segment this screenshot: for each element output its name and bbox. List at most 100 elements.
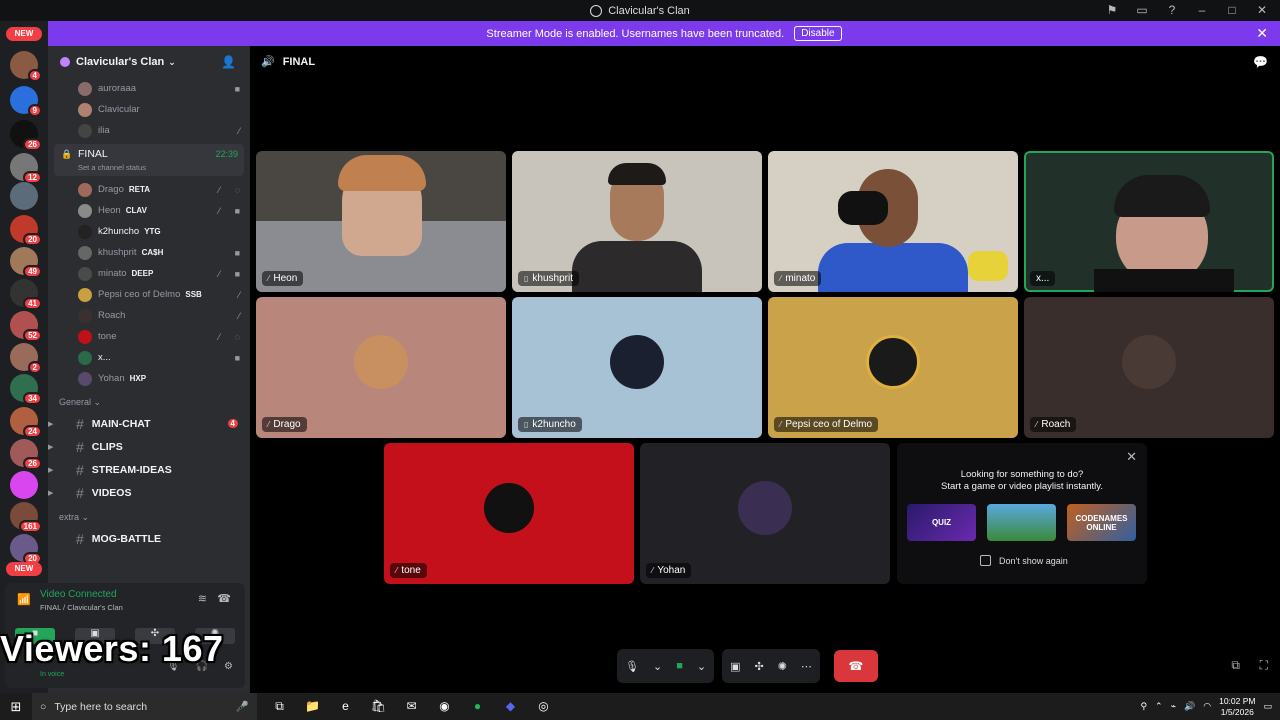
server-icon[interactable]: 34	[10, 374, 42, 405]
fullscreen-icon[interactable]: ⛶	[1260, 658, 1268, 673]
server-icon[interactable]: 2	[10, 343, 42, 374]
server-icon[interactable]: 52	[10, 311, 42, 342]
voice-member[interactable]: Yohan HXP	[48, 368, 250, 389]
avatar-tile[interactable]: ⁄ Drago	[256, 297, 506, 438]
disconnect-button[interactable]: ☎	[833, 650, 878, 682]
category-general[interactable]: General ⌄	[48, 389, 250, 412]
server-icon[interactable]: 20	[10, 215, 42, 246]
help-icon[interactable]: ?	[1164, 3, 1180, 17]
network-icon[interactable]: ⌁	[1171, 701, 1176, 712]
volume-icon[interactable]: 🔊	[1184, 701, 1195, 712]
store-icon[interactable]: 🛍	[362, 699, 395, 714]
chrome-icon[interactable]: ◉	[428, 699, 461, 714]
tray-app-icon[interactable]: ⚲	[1140, 701, 1147, 712]
share-screen-icon[interactable]: ▣	[730, 660, 740, 673]
activity-card-codenames[interactable]: CODENAMES ONLINE	[1067, 504, 1136, 541]
avatar-tile[interactable]: ⁄ tone	[384, 443, 634, 584]
video-tile[interactable]: ⁄ minato	[768, 151, 1018, 292]
close-icon[interactable]: ✕	[1126, 449, 1137, 465]
voice-member[interactable]: Pepsi ceo of Delmo SSB ⁄	[48, 284, 250, 305]
chat-bubble-icon[interactable]: 💬	[1253, 55, 1268, 69]
channel-clips[interactable]: ▶ # CLIPS	[48, 435, 250, 458]
chevron-down-icon[interactable]: ⌄	[697, 660, 706, 673]
server-icon[interactable]	[10, 471, 38, 499]
disable-streamer-mode-button[interactable]: Disable	[794, 26, 842, 41]
activities-icon[interactable]: ✣	[754, 660, 763, 673]
camera-toggle-icon[interactable]: ■	[676, 660, 683, 672]
participant-label: ⁄ Drago	[262, 417, 307, 432]
discord-icon[interactable]: ◆	[494, 699, 527, 714]
voice-user[interactable]: auroraaa ■	[48, 78, 250, 99]
channel-main-chat[interactable]: ▶ # MAIN-CHAT 4	[48, 412, 250, 435]
server-icon[interactable]: 49	[10, 247, 42, 278]
video-tile[interactable]: x...	[1024, 151, 1274, 292]
invite-icon[interactable]: 👤	[221, 55, 236, 69]
voice-channel-final[interactable]: 🔒 FINAL Set a channel status 22:39	[54, 144, 244, 176]
taskbar-search[interactable]: ○ Type here to search 🎤	[32, 693, 257, 720]
mic-icon[interactable]: 🎤	[236, 700, 249, 713]
video-tile[interactable]: ⁄ Heon	[256, 151, 506, 292]
obs-icon[interactable]: ◎	[527, 699, 560, 714]
soundboard-icon[interactable]: ✺	[778, 660, 787, 673]
edge-icon[interactable]: e	[329, 699, 362, 714]
voice-member[interactable]: Heon CLAV ⁄ ■	[48, 200, 250, 221]
close-banner-icon[interactable]: ✕	[1256, 25, 1268, 42]
guild-header[interactable]: Clavicular's Clan ⌄ 👤	[48, 46, 250, 78]
video-tile[interactable]: ▯ khushprit	[512, 151, 762, 292]
channel-videos[interactable]: ▶ # VIDEOS	[48, 481, 250, 504]
activity-card[interactable]	[987, 504, 1056, 541]
category-extra[interactable]: extra ⌄	[48, 504, 250, 527]
noise-suppression-icon[interactable]: ≋	[198, 592, 207, 605]
settings-icon[interactable]: ⚙	[224, 661, 233, 672]
server-icon[interactable]: 41	[10, 279, 42, 310]
windows-start-icon[interactable]: ⊞	[0, 699, 32, 715]
avatar-tile[interactable]: ⁄ Yohan	[640, 443, 890, 584]
avatar-tile[interactable]: ⁄ Pepsi ceo of Delmo	[768, 297, 1018, 438]
dont-show-again[interactable]: Don't show again	[980, 555, 1068, 566]
notifications-icon[interactable]: ▭	[1263, 701, 1272, 712]
task-view-icon[interactable]: ⧉	[263, 699, 296, 714]
server-icon[interactable]: 26	[10, 120, 42, 151]
file-explorer-icon[interactable]: 📁	[296, 699, 329, 714]
voice-member[interactable]: x... ■	[48, 347, 250, 368]
minimize-icon[interactable]: –	[1194, 3, 1210, 17]
voice-member[interactable]: khushprit CA$H ■	[48, 242, 250, 263]
channel-stream-ideas[interactable]: ▶ # STREAM-IDEAS	[48, 458, 250, 481]
activity-card-quiz[interactable]: QUIZ	[907, 504, 976, 541]
chevron-down-icon[interactable]: ⌄	[653, 660, 662, 673]
checkbox[interactable]	[980, 555, 991, 566]
voice-member[interactable]: Drago RETA ⁄ ◌	[48, 179, 250, 200]
voice-user[interactable]: Clavicular	[48, 99, 250, 120]
spotify-icon[interactable]: ●	[461, 699, 494, 714]
avatar-tile[interactable]: ⁄ Roach	[1024, 297, 1274, 438]
show-hidden-icon[interactable]: ⌃	[1155, 701, 1163, 712]
voice-member[interactable]: k2huncho YTG	[48, 221, 250, 242]
voice-member[interactable]: Roach ⁄	[48, 305, 250, 326]
server-icon[interactable]: 12	[10, 153, 42, 184]
more-icon[interactable]: ⋯	[801, 660, 812, 673]
server-icon[interactable]: 24	[10, 407, 42, 438]
taskbar-clock[interactable]: 10:02 PM 1/5/2026	[1219, 696, 1255, 718]
flag-icon[interactable]: ⚑	[1104, 3, 1120, 17]
wifi-icon[interactable]: ◠	[1203, 701, 1211, 712]
channel-status[interactable]: Set a channel status	[78, 163, 244, 172]
voice-location[interactable]: FINAL / Clavicular's Clan	[40, 603, 123, 612]
server-icon[interactable]: 161	[10, 502, 42, 533]
mic-toggle-icon[interactable]: 🎙	[625, 660, 639, 673]
popout-icon[interactable]: ⧉	[1231, 658, 1240, 673]
server-icon[interactable]: 4	[10, 51, 42, 82]
channel-mog-battle[interactable]: # MOG-BATTLE	[48, 527, 250, 550]
mail-icon[interactable]: ✉	[395, 699, 428, 714]
avatar-tile[interactable]: ▯ k2huncho	[512, 297, 762, 438]
voice-member[interactable]: tone ⁄ ◌	[48, 326, 250, 347]
voice-member[interactable]: minato DEEP ⁄ ■	[48, 263, 250, 284]
maximize-icon[interactable]: □	[1224, 3, 1240, 17]
disconnect-icon[interactable]: ☎	[217, 592, 231, 605]
server-icon[interactable]	[10, 182, 38, 210]
server-icon[interactable]: 20	[10, 534, 42, 565]
server-icon[interactable]: 26	[10, 439, 42, 470]
inbox-icon[interactable]: ▭	[1134, 3, 1150, 17]
close-window-icon[interactable]: ✕	[1254, 3, 1270, 17]
server-icon[interactable]: 9	[10, 86, 42, 117]
voice-user[interactable]: ilia ⁄	[48, 120, 250, 141]
